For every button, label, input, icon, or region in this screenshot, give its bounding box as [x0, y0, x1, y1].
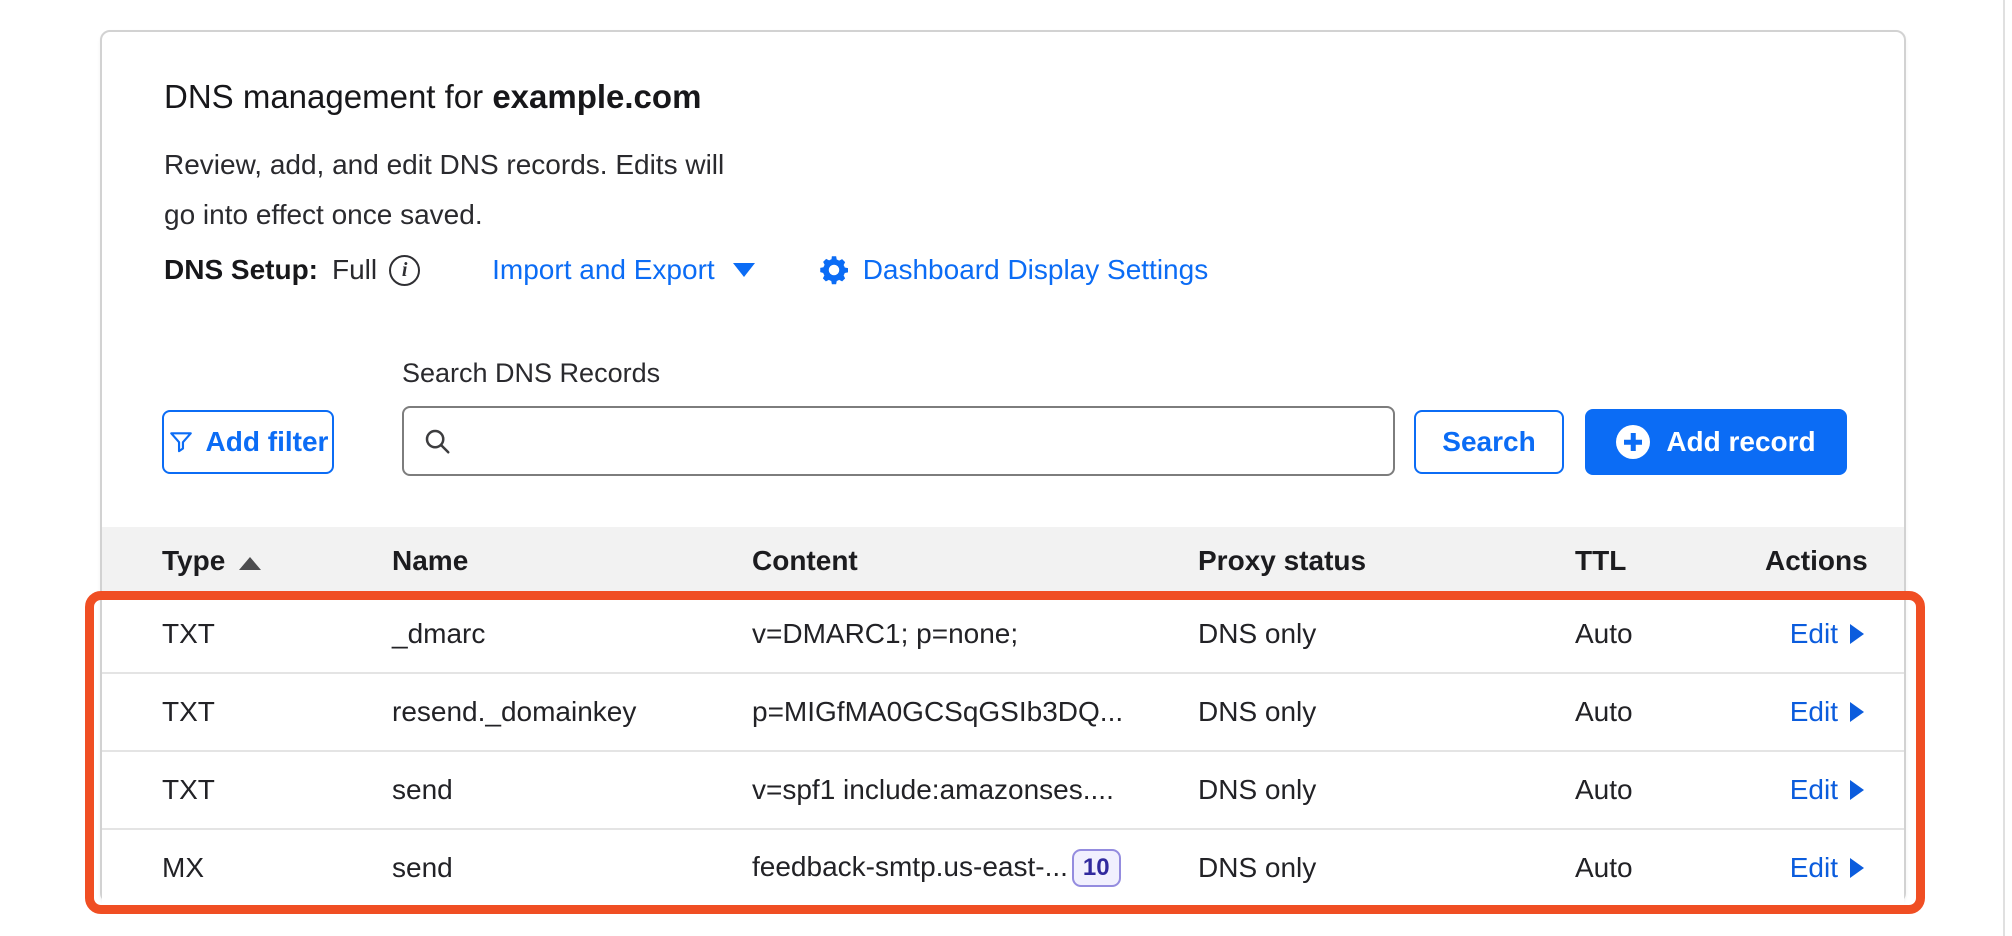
subtitle-line: Review, add, and edit DNS records. Edits… — [164, 140, 724, 190]
gear-icon — [819, 255, 849, 285]
dashboard-display-settings-label: Dashboard Display Settings — [863, 254, 1209, 286]
plus-icon — [1616, 425, 1650, 459]
cell-content: feedback-smtp.us-east-...10 — [752, 849, 1198, 887]
edit-record-link[interactable]: Edit — [1790, 852, 1864, 884]
cell-ttl: Auto — [1575, 852, 1765, 884]
page-edge-divider — [2003, 0, 2005, 936]
table-header-row: Type Name Content Proxy status TTL Actio… — [102, 527, 1904, 594]
arrow-right-icon — [1850, 702, 1864, 722]
cell-content: v=spf1 include:amazonses.... — [752, 774, 1198, 806]
search-button[interactable]: Search — [1414, 410, 1564, 474]
arrow-right-icon — [1850, 780, 1864, 800]
import-export-link[interactable]: Import and Export — [492, 254, 755, 286]
dns-setup-label: DNS Setup: — [164, 254, 318, 286]
dns-management-card: DNS management for example.com Review, a… — [100, 30, 1906, 903]
cell-proxy-status: DNS only — [1198, 852, 1575, 884]
cell-ttl: Auto — [1575, 618, 1765, 650]
column-header-actions: Actions — [1765, 545, 1868, 577]
search-field — [402, 406, 1395, 476]
search-label: Search DNS Records — [402, 358, 660, 389]
arrow-right-icon — [1850, 858, 1864, 878]
filter-icon — [168, 429, 194, 455]
cell-proxy-status: DNS only — [1198, 774, 1575, 806]
cell-content: p=MIGfMA0GCSqGSIb3DQ... — [752, 696, 1198, 728]
column-header-proxy-status[interactable]: Proxy status — [1198, 545, 1575, 577]
table-row: TXT send v=spf1 include:amazonses.... DN… — [102, 750, 1904, 828]
page: DNS management for example.com Review, a… — [0, 0, 2012, 936]
info-icon[interactable]: i — [389, 255, 420, 286]
search-icon — [422, 426, 452, 456]
cell-proxy-status: DNS only — [1198, 618, 1575, 650]
dns-setup-row: DNS Setup: Full i Import and Export Dash… — [164, 254, 1208, 286]
domain-name: example.com — [492, 78, 701, 115]
cell-type: MX — [162, 852, 392, 884]
column-header-type[interactable]: Type — [162, 545, 392, 577]
cell-type: TXT — [162, 774, 392, 806]
cell-name: resend._domainkey — [392, 696, 752, 728]
cell-name: _dmarc — [392, 618, 752, 650]
cell-name: send — [392, 774, 752, 806]
table-row: MX send feedback-smtp.us-east-...10 DNS … — [102, 828, 1904, 906]
dns-setup-value: Full — [332, 254, 377, 286]
cell-name: send — [392, 852, 752, 884]
add-record-button[interactable]: Add record — [1585, 409, 1847, 475]
cell-content: v=DMARC1; p=none; — [752, 618, 1198, 650]
page-subtitle: Review, add, and edit DNS records. Edits… — [164, 140, 724, 240]
edit-record-link[interactable]: Edit — [1790, 774, 1864, 806]
subtitle-line: go into effect once saved. — [164, 190, 724, 240]
page-title: DNS management for example.com — [164, 78, 701, 116]
page-title-text: DNS management for — [164, 78, 492, 115]
mx-priority-badge: 10 — [1072, 849, 1121, 887]
add-filter-button[interactable]: Add filter — [162, 410, 334, 474]
dashboard-display-settings-link[interactable]: Dashboard Display Settings — [819, 254, 1209, 286]
search-button-label: Search — [1442, 426, 1535, 458]
add-record-label: Add record — [1666, 426, 1815, 458]
chevron-down-icon — [733, 263, 755, 277]
column-header-content[interactable]: Content — [752, 545, 1198, 577]
cell-type: TXT — [162, 618, 392, 650]
cell-ttl: Auto — [1575, 774, 1765, 806]
cell-ttl: Auto — [1575, 696, 1765, 728]
import-export-label: Import and Export — [492, 254, 715, 286]
table-row: TXT _dmarc v=DMARC1; p=none; DNS only Au… — [102, 594, 1904, 672]
cell-proxy-status: DNS only — [1198, 696, 1575, 728]
column-header-name[interactable]: Name — [392, 545, 752, 577]
arrow-right-icon — [1850, 624, 1864, 644]
search-input[interactable] — [464, 426, 1375, 457]
edit-record-link[interactable]: Edit — [1790, 618, 1864, 650]
cell-type: TXT — [162, 696, 392, 728]
column-header-ttl[interactable]: TTL — [1575, 545, 1765, 577]
table-row: TXT resend._domainkey p=MIGfMA0GCSqGSIb3… — [102, 672, 1904, 750]
edit-record-link[interactable]: Edit — [1790, 696, 1864, 728]
sort-ascending-icon — [239, 557, 261, 570]
add-filter-label: Add filter — [206, 426, 329, 458]
dns-records-table: Type Name Content Proxy status TTL Actio… — [102, 527, 1904, 906]
